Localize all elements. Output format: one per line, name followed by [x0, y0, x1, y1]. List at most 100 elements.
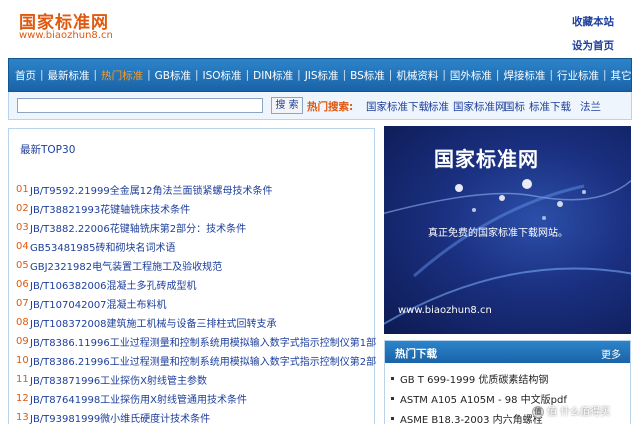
- nav-separator: |: [602, 69, 607, 81]
- list-item-link[interactable]: JB/T106382006混凝土多孔砖成型机: [30, 277, 197, 292]
- nav-separator: |: [342, 69, 347, 81]
- nav-item-label: 热门标准: [101, 69, 144, 82]
- search-button[interactable]: 搜 索: [271, 97, 303, 114]
- list-item[interactable]: 11 JB/T83871996工业探伤X射线管主参数: [16, 370, 376, 389]
- list-item-link[interactable]: GB53481985砖和砌块名词术语: [30, 239, 176, 254]
- list-item-number: 02: [16, 203, 29, 214]
- nav-item-label: ISO标准: [202, 69, 242, 82]
- main-nav: 首页 | 最新标准 | 热门标准 | GB标准 | ISO标准 | DIN标准 | JIS标准 | BS标准…: [8, 58, 632, 92]
- list-item[interactable]: 06 JB/T106382006混凝土多孔砖成型机: [16, 275, 376, 294]
- nav-item[interactable]: | DIN标准: [242, 68, 294, 83]
- nav-item[interactable]: | 最新标准: [36, 68, 90, 83]
- list-item[interactable]: 01 JB/T9592.21999全金属12角法兰面锁紧螺母技术条件: [16, 180, 376, 199]
- banner-title: 国家标准网: [434, 147, 539, 171]
- list-item-number: 11: [16, 374, 29, 385]
- list-item-link[interactable]: JB/T87641998工业探伤用X射线管通用技术条件: [30, 391, 247, 406]
- hot-keyword[interactable]: 标准: [428, 99, 449, 114]
- hot-keyword[interactable]: 国家标准下载: [366, 99, 429, 114]
- list-item-link[interactable]: JB/T8386.11996工业过程测量和控制系统用模拟输入数字式指示控制仪第1…: [30, 334, 376, 349]
- set-homepage-link[interactable]: 设为首页: [572, 38, 614, 53]
- nav-separator: |: [495, 69, 500, 81]
- download-item-link[interactable]: ASME B18.3-2003 内六角螺栓: [400, 411, 543, 424]
- list-item[interactable]: 13 JB/T93981999微小维氏硬度计技术条件: [16, 408, 376, 424]
- list-item[interactable]: 09 JB/T8386.11996工业过程测量和控制系统用模拟输入数字式指示控制仪…: [16, 332, 376, 351]
- nav-item[interactable]: | 机械资料: [385, 68, 439, 83]
- nav-item-label: 国外标准: [449, 69, 492, 82]
- list-item-link[interactable]: JB/T8386.21996工业过程测量和控制系统用模拟输入数字式指示控制仪第2…: [30, 353, 376, 368]
- site-header: 国家标准网 www.biaozhun8.cn 收藏本站 设为首页: [0, 0, 640, 58]
- list-item-number: 01: [16, 184, 29, 195]
- list-item-number: 07: [16, 298, 29, 309]
- site-logo-url[interactable]: www.biaozhun8.cn: [19, 30, 113, 41]
- list-item-number: 05: [16, 260, 29, 271]
- site-banner[interactable]: 国家标准网 真正免费的国家标准下载网站。 www.biaozhun8.cn: [384, 126, 631, 334]
- nav-item[interactable]: | ISO标准: [191, 68, 242, 83]
- nav-separator: |: [147, 69, 151, 81]
- list-item-number: 09: [16, 336, 29, 347]
- nav-item[interactable]: | 热门标准: [90, 68, 144, 83]
- list-item-link[interactable]: JB/T108372008建筑施工机械与设备三排柱式回转支承: [30, 315, 277, 330]
- nav-item[interactable]: 首页: [15, 68, 36, 83]
- latest-list: 01 JB/T9592.21999全金属12角法兰面锁紧螺母技术条件 02 JB/T3…: [16, 180, 376, 424]
- nav-item-label: GB标准: [154, 69, 191, 82]
- list-item-link[interactable]: GBJ2321982电气装置工程施工及验收规范: [30, 258, 222, 273]
- list-item[interactable]: 08 JB/T108372008建筑施工机械与设备三排柱式回转支承: [16, 313, 376, 332]
- list-item[interactable]: 04 GB53481985砖和砌块名词术语: [16, 237, 376, 256]
- nav-item[interactable]: | 国外标准: [438, 68, 492, 83]
- list-item-link[interactable]: JB/T3882.22006花键轴铣床第2部分：技术条件: [30, 220, 246, 235]
- hot-downloads-title: 热门下载: [395, 348, 437, 360]
- list-item-number: 03: [16, 222, 29, 233]
- watermark-logo-icon: 值: [532, 406, 544, 418]
- list-item-link[interactable]: JB/T107042007混凝土布料机: [30, 296, 167, 311]
- download-item[interactable]: GB T 699-1999 优质碳素结构钢: [391, 368, 567, 388]
- list-item-link[interactable]: JB/T9592.21999全金属12角法兰面锁紧螺母技术条件: [30, 182, 272, 197]
- more-link[interactable]: 更多: [601, 346, 621, 361]
- hot-keyword[interactable]: 法兰: [580, 99, 601, 114]
- bullet-icon: [391, 396, 394, 400]
- nav-item[interactable]: | BS标准: [339, 68, 385, 83]
- list-item[interactable]: 07 JB/T107042007混凝土布料机: [16, 294, 376, 313]
- list-item-link[interactable]: JB/T93981999微小维氏硬度计技术条件: [30, 410, 210, 424]
- nav-separator: |: [245, 69, 250, 81]
- watermark: 值值 什么值得买: [532, 403, 610, 418]
- list-item[interactable]: 12 JB/T87641998工业探伤用X射线管通用技术条件: [16, 389, 376, 408]
- nav-item[interactable]: | 行业标准: [545, 68, 599, 83]
- nav-item-label: 机械资料: [396, 69, 439, 82]
- search-input[interactable]: [17, 98, 263, 113]
- nav-item[interactable]: | JIS标准: [293, 68, 338, 83]
- nav-separator: |: [297, 69, 301, 81]
- list-item[interactable]: 05 GBJ2321982电气装置工程施工及验收规范: [16, 256, 376, 275]
- list-item-link[interactable]: JB/T83871996工业探伤X射线管主参数: [30, 372, 207, 387]
- nav-separator: |: [549, 69, 553, 81]
- list-item[interactable]: 02 JB/T38821993花键轴铣床技术条件: [16, 199, 376, 218]
- hot-keyword[interactable]: 国家标准网: [453, 99, 506, 114]
- hot-keyword[interactable]: 标准下载: [529, 99, 571, 114]
- bullet-icon: [391, 376, 394, 380]
- add-favorite-link[interactable]: 收藏本站: [572, 14, 614, 29]
- latest-top30-title[interactable]: 最新TOP30: [20, 142, 75, 157]
- hot-keyword[interactable]: 国标: [504, 99, 525, 114]
- banner-url: www.biaozhun8.cn: [398, 305, 492, 316]
- nav-item-label: JIS标准: [304, 69, 339, 82]
- bullet-icon: [391, 416, 394, 420]
- list-item[interactable]: 10 JB/T8386.21996工业过程测量和控制系统用模拟输入数字式指示控制仪…: [16, 351, 376, 370]
- list-item-number: 08: [16, 317, 29, 328]
- banner-slogan: 真正免费的国家标准下载网站。: [428, 228, 568, 239]
- nav-item-label: BS标准: [350, 69, 385, 82]
- nav-item[interactable]: | 其它: [599, 68, 632, 83]
- nav-separator: |: [40, 69, 44, 81]
- list-item-number: 04: [16, 241, 29, 252]
- list-item-link[interactable]: JB/T38821993花键轴铣床技术条件: [30, 201, 190, 216]
- download-item-link[interactable]: GB T 699-1999 优质碳素结构钢: [400, 371, 548, 386]
- list-item[interactable]: 03 JB/T3882.22006花键轴铣床第2部分：技术条件: [16, 218, 376, 237]
- hot-downloads-header: 热门下载 更多: [385, 341, 630, 363]
- list-item-number: 06: [16, 279, 29, 290]
- nav-item[interactable]: | GB标准: [143, 68, 191, 83]
- nav-item-label: 首页: [15, 69, 36, 82]
- nav-separator: |: [388, 69, 393, 81]
- search-bar: 搜 索 热门搜索: 国家标准下载 标准 国家标准网 国标 标准下载 法兰: [8, 92, 632, 120]
- nav-item[interactable]: | 焊接标准: [492, 68, 546, 83]
- list-item-number: 10: [16, 355, 29, 366]
- latest-top30-panel: 最新TOP30 01 JB/T9592.21999全金属12角法兰面锁紧螺母技术条…: [8, 128, 376, 424]
- watermark-text: 值 什么值得买: [547, 407, 611, 418]
